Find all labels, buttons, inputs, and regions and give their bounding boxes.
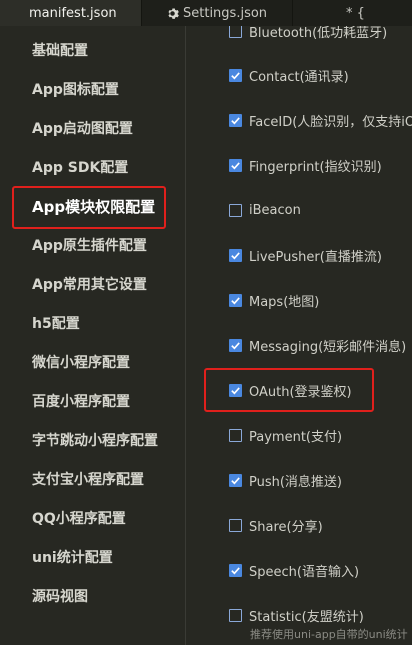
sidebar-item-app-splash[interactable]: App启动图配置 — [32, 117, 133, 141]
module-label: Bluetooth(低功耗蓝牙) — [249, 26, 388, 41]
module-label: LivePusher(直播推流) — [249, 249, 382, 265]
checkbox[interactable] — [229, 518, 242, 532]
module-label: Push(消息推送) — [249, 474, 343, 490]
module-item-payment[interactable]: Payment(支付) — [229, 425, 342, 445]
sidebar-item-app-sdk[interactable]: App SDK配置 — [32, 156, 128, 180]
sidebar-item-app-modules[interactable]: App模块权限配置 — [32, 195, 155, 219]
module-label: Speech(语音输入) — [249, 564, 360, 580]
module-item-contact[interactable]: Contact(通讯录) — [229, 65, 349, 85]
gear-icon — [166, 7, 179, 20]
sidebar-item-baidu-mp[interactable]: 百度小程序配置 — [32, 390, 130, 414]
statistic-hint: 推荐使用uni-app自带的uni统计 — [250, 628, 408, 641]
module-label: Fingerprint(指纹识别) — [249, 159, 382, 175]
checkbox[interactable] — [229, 203, 242, 217]
checkbox[interactable] — [229, 563, 242, 577]
tab-label: Settings.json — [183, 5, 268, 21]
sidebar-item-app-native-plugins[interactable]: App原生插件配置 — [32, 234, 147, 258]
sidebar-item-weixin-mp[interactable]: 微信小程序配置 — [32, 351, 130, 375]
config-sidebar: 基础配置 App图标配置 App启动图配置 App SDK配置 App模块权限配… — [0, 26, 186, 645]
module-label: Statistic(友盟统计) — [249, 609, 364, 625]
module-label: iBeacon — [249, 202, 301, 218]
module-item-bluetooth[interactable]: Bluetooth(低功耗蓝牙) — [229, 26, 387, 41]
checkbox[interactable] — [229, 383, 242, 397]
sidebar-item-app-other[interactable]: App常用其它设置 — [32, 273, 147, 297]
module-item-oauth[interactable]: OAuth(登录鉴权) — [229, 380, 352, 400]
checkbox[interactable] — [229, 113, 242, 127]
checkbox[interactable] — [229, 338, 242, 352]
module-item-push[interactable]: Push(消息推送) — [229, 470, 342, 490]
checkbox[interactable] — [229, 248, 242, 262]
checkbox[interactable] — [229, 26, 242, 38]
module-item-speech[interactable]: Speech(语音输入) — [229, 560, 359, 580]
sidebar-item-h5[interactable]: h5配置 — [32, 312, 80, 336]
module-label: FaceID(人脸识别，仅支持iOS) — [249, 114, 412, 130]
sidebar-item-source-view[interactable]: 源码视图 — [32, 585, 88, 609]
module-label: OAuth(登录鉴权) — [249, 384, 352, 400]
module-item-share[interactable]: Share(分享) — [229, 515, 323, 535]
tab-settings-json[interactable]: Settings.json — [142, 0, 293, 26]
module-item-faceid[interactable]: FaceID(人脸识别，仅支持iOS) — [229, 110, 412, 130]
module-label: Contact(通讯录) — [249, 69, 349, 85]
module-label: Share(分享) — [249, 519, 323, 535]
module-item-maps[interactable]: Maps(地图) — [229, 290, 319, 310]
sidebar-item-toutiao-mp[interactable]: 字节跳动小程序配置 — [32, 429, 158, 453]
tab-manifest-json[interactable]: manifest.json — [0, 0, 142, 26]
checkbox[interactable] — [229, 473, 242, 487]
tab-label: * { — [346, 5, 365, 21]
sidebar-item-basic[interactable]: 基础配置 — [32, 39, 88, 63]
module-item-ibeacon[interactable]: iBeacon — [229, 200, 301, 220]
checkbox[interactable] — [229, 608, 242, 622]
tab-untitled[interactable]: * { — [293, 0, 412, 26]
module-item-messaging[interactable]: Messaging(短彩邮件消息) — [229, 335, 406, 355]
checkbox[interactable] — [229, 293, 242, 307]
module-item-fingerprint[interactable]: Fingerprint(指纹识别) — [229, 155, 382, 175]
module-label: Maps(地图) — [249, 294, 320, 310]
module-label: Messaging(短彩邮件消息) — [249, 339, 407, 355]
sidebar-item-app-icon[interactable]: App图标配置 — [32, 78, 119, 102]
tab-label: manifest.json — [29, 5, 117, 21]
app-window: manifest.json Settings.json * { 基础配置 App… — [0, 0, 412, 645]
module-permission-list: Bluetooth(低功耗蓝牙) Contact(通讯录) FaceID(人脸识… — [187, 26, 412, 645]
checkbox[interactable] — [229, 158, 242, 172]
module-item-livepusher[interactable]: LivePusher(直播推流) — [229, 245, 382, 265]
module-label: Payment(支付) — [249, 429, 343, 445]
checkbox[interactable] — [229, 428, 242, 442]
sidebar-item-alipay-mp[interactable]: 支付宝小程序配置 — [32, 468, 144, 492]
checkbox[interactable] — [229, 68, 242, 82]
sidebar-item-uni-stat[interactable]: uni统计配置 — [32, 546, 113, 570]
module-item-statistic[interactable]: Statistic(友盟统计) — [229, 605, 364, 625]
tab-bar: manifest.json Settings.json * { — [0, 0, 412, 26]
sidebar-item-qq-mp[interactable]: QQ小程序配置 — [32, 507, 126, 531]
